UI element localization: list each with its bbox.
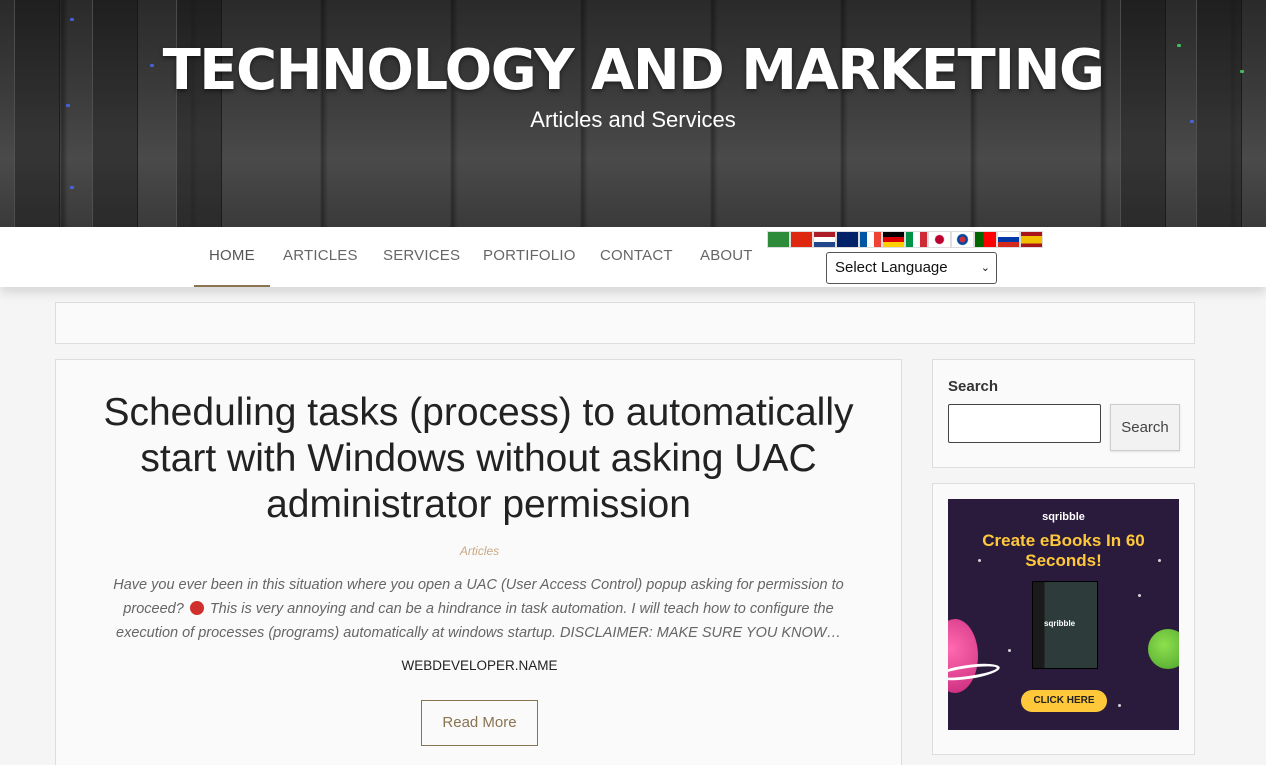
- search-widget: Search Search: [932, 359, 1195, 468]
- spanish-flag-icon[interactable]: [1020, 231, 1043, 248]
- dutch-flag-icon[interactable]: [813, 231, 836, 248]
- ad-headline: Create eBooks In 60 Seconds!: [982, 531, 1145, 570]
- nav-item-contact[interactable]: CONTACT: [585, 227, 688, 287]
- ad-widget: sqribble Create eBooks In 60 Seconds! sq…: [932, 483, 1195, 755]
- search-input[interactable]: [948, 404, 1101, 443]
- article-card: Scheduling tasks (process) to automatica…: [55, 359, 902, 765]
- language-flags: [767, 231, 1043, 248]
- english-flag-icon[interactable]: [836, 231, 859, 248]
- chinese-flag-icon[interactable]: [790, 231, 813, 248]
- star-decoration: [1138, 594, 1141, 597]
- article-title[interactable]: Scheduling tasks (process) to automatica…: [76, 390, 881, 528]
- site-title[interactable]: TECHNOLOGY AND MARKETING: [0, 38, 1266, 103]
- led-light: [70, 18, 74, 21]
- language-select[interactable]: Select Language ⌄: [826, 252, 997, 284]
- nav-item-portifolio[interactable]: PORTIFOLIO: [468, 227, 591, 287]
- angry-face-icon: [189, 601, 204, 615]
- nav-item-articles[interactable]: ARTICLES: [268, 227, 373, 287]
- portuguese-flag-icon[interactable]: [974, 231, 997, 248]
- star-decoration: [1008, 649, 1011, 652]
- french-flag-icon[interactable]: [859, 231, 882, 248]
- pink-planet-icon: [948, 619, 978, 693]
- article-author[interactable]: WEBDEVELOPER.NAME: [56, 658, 903, 673]
- main-navigation: HOME ARTICLES SERVICES PORTIFOLIO CONTAC…: [0, 227, 1266, 287]
- language-select-value: Select Language: [835, 259, 948, 276]
- read-more-button[interactable]: Read More: [421, 700, 538, 746]
- russian-flag-icon[interactable]: [997, 231, 1020, 248]
- top-banner-area: [55, 302, 1195, 344]
- green-planet-icon: [1148, 629, 1179, 669]
- article-category[interactable]: Articles: [56, 544, 903, 558]
- italian-flag-icon[interactable]: [905, 231, 928, 248]
- nav-item-services[interactable]: SERVICES: [368, 227, 475, 287]
- excerpt-text: This is very annoying and can be a hindr…: [116, 601, 841, 641]
- ad-cta-button[interactable]: CLICK HERE: [1021, 690, 1107, 712]
- search-label: Search: [948, 378, 999, 395]
- chevron-down-icon: ⌄: [980, 262, 990, 274]
- nav-item-home[interactable]: HOME: [194, 227, 270, 287]
- site-tagline: Articles and Services: [530, 107, 736, 132]
- ad-brand-logo: sqribble: [1042, 511, 1085, 523]
- sqribble-ad-banner[interactable]: sqribble Create eBooks In 60 Seconds! sq…: [948, 499, 1179, 730]
- japanese-flag-icon[interactable]: [928, 231, 951, 248]
- ebook-box-label: sqribble: [1044, 619, 1076, 628]
- nav-item-about[interactable]: ABOUT: [685, 227, 768, 287]
- article-excerpt: Have you ever been in this situation whe…: [91, 573, 866, 645]
- search-button[interactable]: Search: [1110, 404, 1180, 451]
- led-light: [70, 186, 74, 189]
- header-hero: TECHNOLOGY AND MARKETING Articles and Se…: [0, 0, 1266, 227]
- star-decoration: [1118, 704, 1121, 707]
- german-flag-icon[interactable]: [882, 231, 905, 248]
- arabic-flag-icon[interactable]: [767, 231, 790, 248]
- korean-flag-icon[interactable]: [951, 231, 974, 248]
